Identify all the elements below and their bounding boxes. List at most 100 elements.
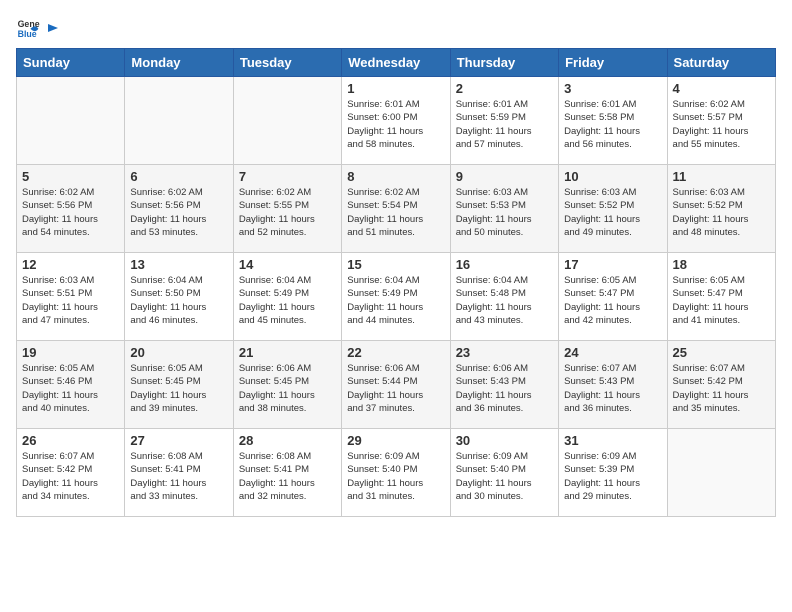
day-number: 17: [564, 257, 661, 272]
day-info: Sunrise: 6:02 AM Sunset: 5:57 PM Dayligh…: [673, 98, 770, 151]
calendar-cell: 14 Sunrise: 6:04 AM Sunset: 5:49 PM Dayli…: [233, 253, 341, 341]
day-info: Sunrise: 6:03 AM Sunset: 5:52 PM Dayligh…: [564, 186, 661, 239]
calendar-cell: 10 Sunrise: 6:03 AM Sunset: 5:52 PM Dayli…: [559, 165, 667, 253]
day-number: 1: [347, 81, 444, 96]
day-info: Sunrise: 6:05 AM Sunset: 5:45 PM Dayligh…: [130, 362, 227, 415]
calendar-cell: 1Sunrise: 6:01 AM Sunset: 6:00 PM Daylig…: [342, 77, 450, 165]
day-number: 6: [130, 169, 227, 184]
weekday-header-saturday: Saturday: [667, 49, 775, 77]
day-number: 31: [564, 433, 661, 448]
page-header: General Blue: [16, 16, 776, 40]
day-info: Sunrise: 6:08 AM Sunset: 5:41 PM Dayligh…: [130, 450, 227, 503]
calendar-body: 1Sunrise: 6:01 AM Sunset: 6:00 PM Daylig…: [17, 77, 776, 517]
calendar-header: SundayMondayTuesdayWednesdayThursdayFrid…: [17, 49, 776, 77]
weekday-header-row: SundayMondayTuesdayWednesdayThursdayFrid…: [17, 49, 776, 77]
calendar-cell: 2Sunrise: 6:01 AM Sunset: 5:59 PM Daylig…: [450, 77, 558, 165]
svg-text:Blue: Blue: [18, 29, 37, 39]
calendar-week-2: 5Sunrise: 6:02 AM Sunset: 5:56 PM Daylig…: [17, 165, 776, 253]
day-info: Sunrise: 6:03 AM Sunset: 5:53 PM Dayligh…: [456, 186, 553, 239]
calendar-cell: 20 Sunrise: 6:05 AM Sunset: 5:45 PM Dayli…: [125, 341, 233, 429]
logo: General Blue: [16, 16, 60, 40]
calendar-cell: 22 Sunrise: 6:06 AM Sunset: 5:44 PM Dayli…: [342, 341, 450, 429]
calendar-cell: 30Sunrise: 6:09 AM Sunset: 5:40 PM Dayli…: [450, 429, 558, 517]
day-number: 18: [673, 257, 770, 272]
weekday-header-friday: Friday: [559, 49, 667, 77]
calendar-cell: 18 Sunrise: 6:05 AM Sunset: 5:47 PM Dayli…: [667, 253, 775, 341]
day-number: 28: [239, 433, 336, 448]
day-info: Sunrise: 6:07 AM Sunset: 5:43 PM Dayligh…: [564, 362, 661, 415]
calendar-cell: 9 Sunrise: 6:03 AM Sunset: 5:53 PM Daylig…: [450, 165, 558, 253]
day-info: Sunrise: 6:04 AM Sunset: 5:48 PM Dayligh…: [456, 274, 553, 327]
day-info: Sunrise: 6:06 AM Sunset: 5:44 PM Dayligh…: [347, 362, 444, 415]
day-info: Sunrise: 6:07 AM Sunset: 5:42 PM Dayligh…: [673, 362, 770, 415]
calendar-cell: 27 Sunrise: 6:08 AM Sunset: 5:41 PM Dayli…: [125, 429, 233, 517]
day-number: 26: [22, 433, 119, 448]
calendar-cell: 7Sunrise: 6:02 AM Sunset: 5:55 PM Daylig…: [233, 165, 341, 253]
day-number: 14: [239, 257, 336, 272]
day-info: Sunrise: 6:03 AM Sunset: 5:52 PM Dayligh…: [673, 186, 770, 239]
day-info: Sunrise: 6:04 AM Sunset: 5:49 PM Dayligh…: [347, 274, 444, 327]
day-info: Sunrise: 6:02 AM Sunset: 5:54 PM Dayligh…: [347, 186, 444, 239]
calendar-cell: [125, 77, 233, 165]
day-info: Sunrise: 6:01 AM Sunset: 5:59 PM Dayligh…: [456, 98, 553, 151]
calendar-cell: [667, 429, 775, 517]
calendar-table: SundayMondayTuesdayWednesdayThursdayFrid…: [16, 48, 776, 517]
day-number: 8: [347, 169, 444, 184]
calendar-cell: 11 Sunrise: 6:03 AM Sunset: 5:52 PM Dayli…: [667, 165, 775, 253]
day-info: Sunrise: 6:05 AM Sunset: 5:46 PM Dayligh…: [22, 362, 119, 415]
calendar-week-4: 19 Sunrise: 6:05 AM Sunset: 5:46 PM Dayli…: [17, 341, 776, 429]
calendar-cell: 12Sunrise: 6:03 AM Sunset: 5:51 PM Dayli…: [17, 253, 125, 341]
weekday-header-tuesday: Tuesday: [233, 49, 341, 77]
day-info: Sunrise: 6:09 AM Sunset: 5:39 PM Dayligh…: [564, 450, 661, 503]
day-info: Sunrise: 6:02 AM Sunset: 5:56 PM Dayligh…: [130, 186, 227, 239]
weekday-header-monday: Monday: [125, 49, 233, 77]
calendar-cell: [233, 77, 341, 165]
calendar-cell: [17, 77, 125, 165]
day-number: 23: [456, 345, 553, 360]
day-number: 27: [130, 433, 227, 448]
day-number: 10: [564, 169, 661, 184]
day-info: Sunrise: 6:04 AM Sunset: 5:49 PM Dayligh…: [239, 274, 336, 327]
day-info: Sunrise: 6:09 AM Sunset: 5:40 PM Dayligh…: [347, 450, 444, 503]
calendar-cell: 15 Sunrise: 6:04 AM Sunset: 5:49 PM Dayli…: [342, 253, 450, 341]
calendar-cell: 4Sunrise: 6:02 AM Sunset: 5:57 PM Daylig…: [667, 77, 775, 165]
day-number: 9: [456, 169, 553, 184]
day-number: 30: [456, 433, 553, 448]
weekday-header-sunday: Sunday: [17, 49, 125, 77]
day-number: 12: [22, 257, 119, 272]
calendar-week-1: 1Sunrise: 6:01 AM Sunset: 6:00 PM Daylig…: [17, 77, 776, 165]
day-number: 19: [22, 345, 119, 360]
calendar-cell: 31 Sunrise: 6:09 AM Sunset: 5:39 PM Dayli…: [559, 429, 667, 517]
day-info: Sunrise: 6:02 AM Sunset: 5:56 PM Dayligh…: [22, 186, 119, 239]
day-info: Sunrise: 6:02 AM Sunset: 5:55 PM Dayligh…: [239, 186, 336, 239]
weekday-header-wednesday: Wednesday: [342, 49, 450, 77]
day-number: 16: [456, 257, 553, 272]
calendar-cell: 26 Sunrise: 6:07 AM Sunset: 5:42 PM Dayli…: [17, 429, 125, 517]
calendar-cell: 19 Sunrise: 6:05 AM Sunset: 5:46 PM Dayli…: [17, 341, 125, 429]
logo-arrow-icon: [46, 21, 60, 35]
calendar-cell: 3 Sunrise: 6:01 AM Sunset: 5:58 PM Daylig…: [559, 77, 667, 165]
calendar-cell: 13 Sunrise: 6:04 AM Sunset: 5:50 PM Dayli…: [125, 253, 233, 341]
day-info: Sunrise: 6:04 AM Sunset: 5:50 PM Dayligh…: [130, 274, 227, 327]
calendar-cell: 17 Sunrise: 6:05 AM Sunset: 5:47 PM Dayli…: [559, 253, 667, 341]
day-info: Sunrise: 6:08 AM Sunset: 5:41 PM Dayligh…: [239, 450, 336, 503]
day-number: 13: [130, 257, 227, 272]
day-number: 11: [673, 169, 770, 184]
day-info: Sunrise: 6:05 AM Sunset: 5:47 PM Dayligh…: [564, 274, 661, 327]
calendar-cell: 6 Sunrise: 6:02 AM Sunset: 5:56 PM Daylig…: [125, 165, 233, 253]
day-number: 15: [347, 257, 444, 272]
day-number: 24: [564, 345, 661, 360]
calendar-week-5: 26 Sunrise: 6:07 AM Sunset: 5:42 PM Dayli…: [17, 429, 776, 517]
day-number: 25: [673, 345, 770, 360]
day-info: Sunrise: 6:07 AM Sunset: 5:42 PM Dayligh…: [22, 450, 119, 503]
day-info: Sunrise: 6:01 AM Sunset: 5:58 PM Dayligh…: [564, 98, 661, 151]
day-number: 21: [239, 345, 336, 360]
day-number: 3: [564, 81, 661, 96]
day-number: 20: [130, 345, 227, 360]
calendar-cell: 29Sunrise: 6:09 AM Sunset: 5:40 PM Dayli…: [342, 429, 450, 517]
weekday-header-thursday: Thursday: [450, 49, 558, 77]
calendar-week-3: 12Sunrise: 6:03 AM Sunset: 5:51 PM Dayli…: [17, 253, 776, 341]
day-number: 22: [347, 345, 444, 360]
calendar-cell: 28 Sunrise: 6:08 AM Sunset: 5:41 PM Dayli…: [233, 429, 341, 517]
day-info: Sunrise: 6:05 AM Sunset: 5:47 PM Dayligh…: [673, 274, 770, 327]
